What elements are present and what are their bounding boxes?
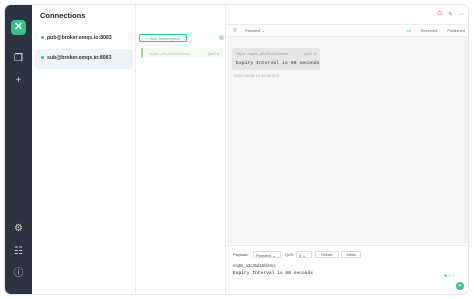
tab-received[interactable]: Received <box>421 28 438 33</box>
connections-icon[interactable]: ❐ <box>13 53 24 64</box>
app-window: ✕ ❐ + ⚙ ☷ ⓘ Connections pub@broker.emqx.… <box>5 5 468 294</box>
message-bubble[interactable]: Topic: mqttx_a3c35d15/demo QoS: 0 Expiry… <box>232 48 320 70</box>
message-topic: Topic: mqttx_a3c35d15/demo <box>236 51 289 56</box>
publish-payload-input[interactable]: Expiry Interval is 60 seconds <box>233 271 313 276</box>
nav-rail: ✕ ❐ + ⚙ ☷ ⓘ <box>5 5 32 294</box>
subscriptions-toggle-icon[interactable]: ▤ <box>219 35 224 41</box>
publish-panel: Payload: Plaintext ⌄ QoS: 0 ⌄ Retain Met… <box>227 245 468 294</box>
connection-label: pub@broker.emqx.io:8083 <box>47 35 112 41</box>
connections-title: Connections <box>40 11 86 20</box>
messages-area: ◎ Plaintext ⌄ All Received Published Top… <box>227 25 468 244</box>
payload-format-select[interactable]: Plaintext ⌄ <box>253 251 281 258</box>
subscription-qos: QoS 0 <box>207 51 219 56</box>
about-icon[interactable]: ⓘ <box>13 268 24 279</box>
message-tabs: All Received Published <box>397 28 465 33</box>
message-timestamp: 2023-08-28 14:48:50:872 <box>234 73 279 78</box>
connection-item-pub[interactable]: pub@broker.emqx.io:8083 <box>35 29 133 49</box>
log-icon[interactable]: ☷ <box>13 246 24 257</box>
status-dot-icon <box>41 56 44 60</box>
new-subscription-button[interactable]: + New Subscription <box>139 34 187 42</box>
connection-label: sub@broker.emqx.io:8083 <box>47 55 112 61</box>
status-dot-icon <box>41 36 44 40</box>
messages-toolbar: ◎ Plaintext ⌄ All Received Published <box>227 25 468 37</box>
settings-icon[interactable]: ⚙ <box>13 223 24 234</box>
more-icon[interactable]: ⋯ <box>458 11 464 18</box>
disconnect-icon[interactable]: ⏻ <box>437 11 442 18</box>
tab-published[interactable]: Published <box>447 28 465 33</box>
qos-select[interactable]: 0 ⌄ <box>296 251 312 258</box>
payload-label: Payload: <box>233 252 249 257</box>
filter-icon[interactable]: ◎ <box>233 27 237 33</box>
format-select[interactable]: Plaintext ⌄ <box>245 28 265 33</box>
logo-icon[interactable]: ✕ <box>11 20 26 35</box>
qos-label: QoS: <box>285 252 295 257</box>
publish-topic-input[interactable]: mqttx_a3c35d15/demo <box>233 263 276 268</box>
tab-all[interactable]: All <box>406 28 410 33</box>
add-icon[interactable]: + <box>13 75 24 86</box>
subscription-item[interactable]: mqttx_a3c35d15/demo QoS 0 <box>141 48 223 58</box>
connection-item-sub[interactable]: sub@broker.emqx.io:8083 <box>35 49 133 69</box>
message-payload: Expiry Interval is 60 seconds <box>236 61 320 66</box>
connections-panel: Connections pub@broker.emqx.io:8083 sub@… <box>32 5 136 294</box>
meta-button[interactable]: Meta <box>341 251 361 258</box>
history-dots-icon[interactable]: ●○○ <box>444 273 456 279</box>
message-qos: QoS: 0 <box>303 51 316 56</box>
retain-button[interactable]: Retain <box>315 251 339 258</box>
send-icon[interactable]: ➤ <box>456 282 464 290</box>
subscription-topic: mqttx_a3c35d15/demo <box>149 51 190 56</box>
edit-connection-icon[interactable]: ✎ <box>448 11 453 18</box>
